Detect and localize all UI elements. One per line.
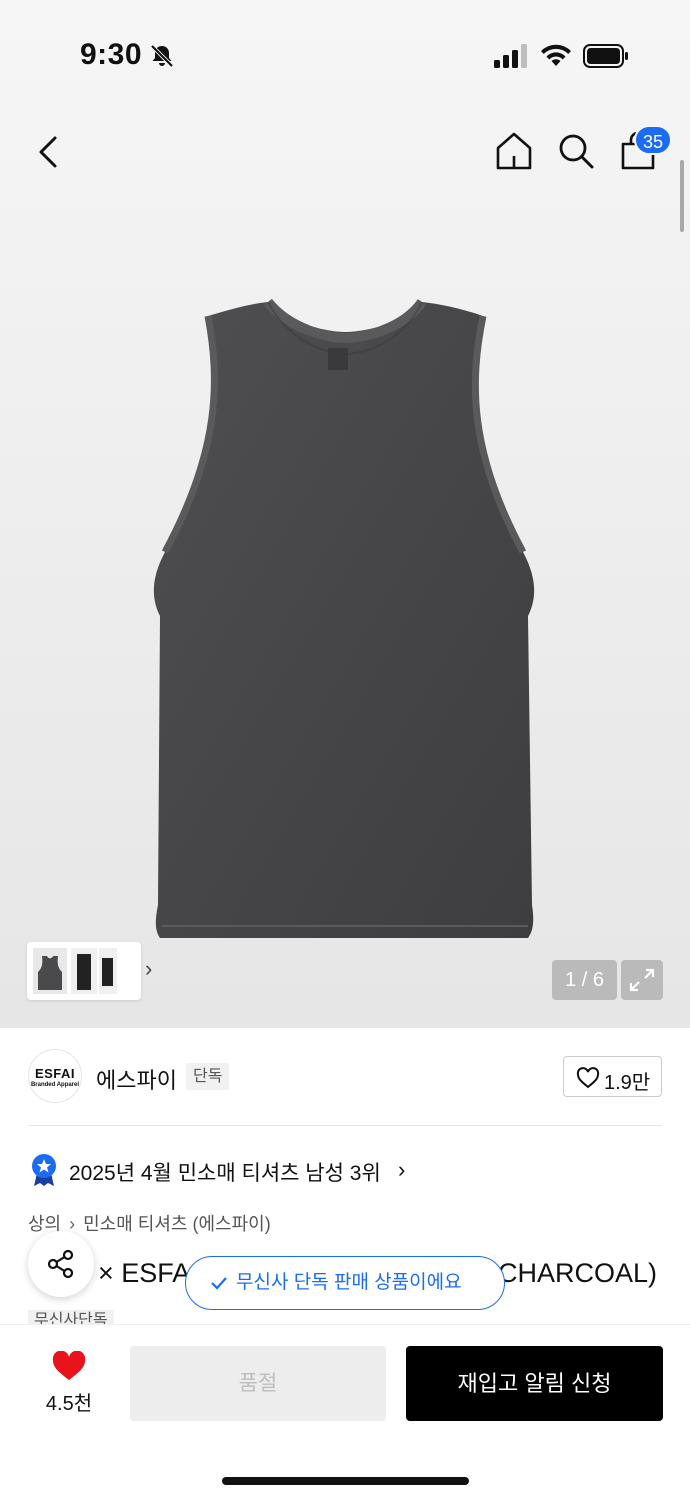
brand-logo[interactable]: ESFAI Branded Apparel <box>28 1049 82 1103</box>
toast-text: 무신사 단독 판매 상품이에요 <box>236 1272 462 1293</box>
product-image-tank-top <box>153 298 535 938</box>
restock-alert-button[interactable]: 재입고 알림 신청 <box>406 1346 663 1421</box>
exclusive-toast: 무신사 단독 판매 상품이에요 <box>185 1256 505 1310</box>
product-title-right: CHARCOAL) <box>498 1258 658 1288</box>
heart-outline-icon <box>576 1067 600 1089</box>
home-icon[interactable] <box>494 130 534 172</box>
back-arrow-icon[interactable] <box>34 132 66 172</box>
thumbnail-3[interactable] <box>99 948 117 994</box>
brand-name[interactable]: 에스파이 <box>96 1063 177 1095</box>
thumbnail-2[interactable] <box>71 948 97 994</box>
expand-icon <box>629 968 655 992</box>
sold-out-button[interactable]: 품절 <box>130 1346 386 1421</box>
chevron-right-icon: › <box>398 1157 406 1182</box>
ranking-medal-icon <box>32 1154 56 1186</box>
fullscreen-expand-button[interactable] <box>621 960 663 1000</box>
wishlist-count: 4.5천 <box>45 1393 93 1415</box>
share-button[interactable] <box>28 1231 94 1297</box>
chevron-right-icon: › <box>145 956 153 981</box>
brand-like-count: 1.9만 <box>604 1072 651 1094</box>
wifi-icon <box>541 44 571 66</box>
ranking-text: 2025년 4월 민소매 티셔츠 남성 3위 <box>69 1162 381 1185</box>
brand-like-button[interactable]: 1.9만 <box>563 1056 662 1097</box>
exclusive-tag: 단독 <box>186 1063 230 1090</box>
search-icon[interactable] <box>556 130 596 172</box>
check-icon <box>211 1277 227 1290</box>
chevron-right-icon: › <box>69 1214 76 1234</box>
status-time: 9:30 <box>80 38 143 71</box>
scrollbar[interactable] <box>680 160 684 232</box>
battery-icon <box>583 44 628 68</box>
home-indicator[interactable] <box>222 1477 469 1485</box>
gallery-page-indicator: 1 / 6 <box>552 960 617 1000</box>
bell-off-icon <box>150 44 174 68</box>
share-icon <box>47 1249 74 1279</box>
breadcrumb-item-subcategory[interactable]: 민소매 티셔츠 (에스파이) <box>83 1214 271 1234</box>
cart-count-badge: 35 <box>634 125 672 155</box>
status-bar: 9:30 <box>0 0 690 110</box>
thumbnail-1[interactable] <box>33 948 67 994</box>
bottom-action-bar: 4.5천 품절 재입고 알림 신청 <box>0 1324 690 1500</box>
divider <box>28 1125 662 1126</box>
heart-filled-icon <box>52 1351 86 1380</box>
thumbnail-strip[interactable]: › <box>27 942 152 1000</box>
cellular-signal-icon <box>494 44 527 68</box>
product-gallery[interactable]: 9:30 35 › 1 / 6 <box>0 0 690 1028</box>
